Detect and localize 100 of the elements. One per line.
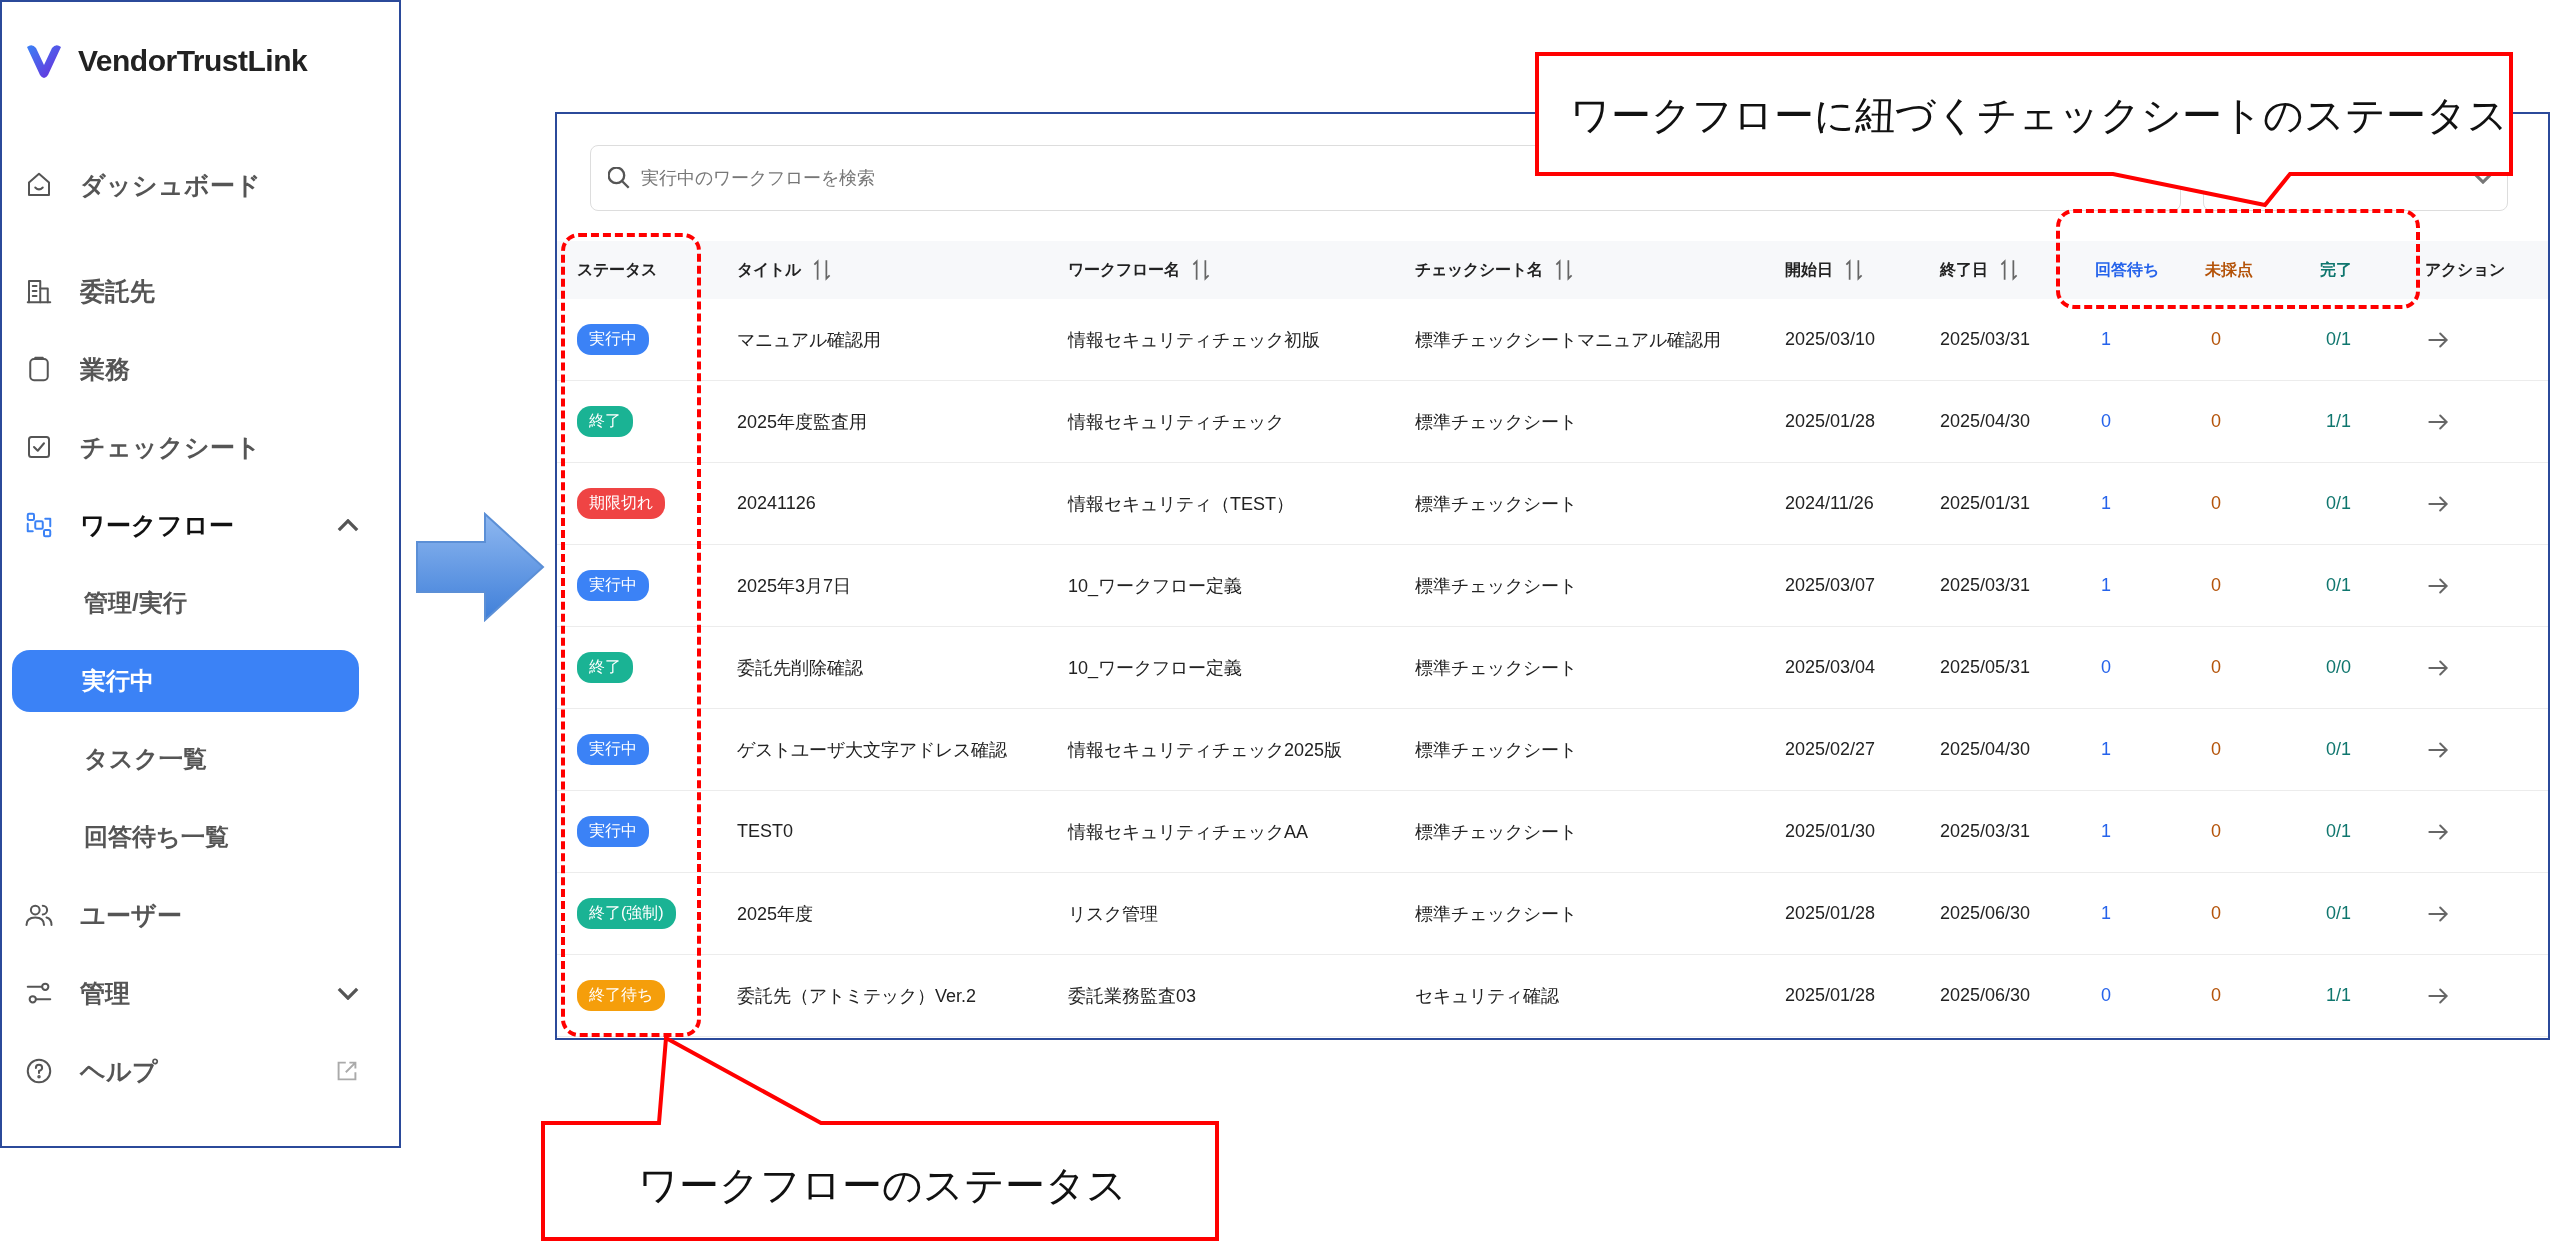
table-cell: 2024/11/26 bbox=[1785, 493, 1874, 514]
table-cell-text: 標準チェックシート bbox=[1415, 902, 1577, 926]
count-cell-text: 0/1 bbox=[2325, 329, 2352, 350]
count-cell-text: 1 bbox=[2100, 493, 2111, 514]
table-cell: 2025/03/31 bbox=[1940, 821, 2031, 842]
sort-icon[interactable] bbox=[1843, 258, 1865, 282]
table-cell: 2025/03/10 bbox=[1785, 329, 1876, 350]
table-cell: 2025/01/31 bbox=[1940, 493, 2031, 514]
nav-subitem[interactable]: 回答待ち一覧 bbox=[12, 798, 359, 876]
table-cell: 2025/03/07 bbox=[1785, 575, 1876, 596]
chevron-icon bbox=[337, 986, 359, 1000]
column-header: ステータス bbox=[577, 259, 657, 280]
workflow-icon bbox=[24, 510, 54, 540]
table-cell: 2025/05/31 bbox=[1940, 657, 2031, 678]
count-cell-text: 0 bbox=[2100, 985, 2111, 1006]
table-cell: 2025/02/27 bbox=[1785, 739, 1876, 760]
table-cell-text: 情報セキュリティチェック bbox=[1068, 410, 1284, 434]
nav-item[interactable]: ワークフロー bbox=[2, 486, 399, 564]
table-cell: 2025/06/30 bbox=[1940, 903, 2031, 924]
status-badge: 実行中 bbox=[577, 324, 649, 355]
table-cell: 2025/01/28 bbox=[1785, 411, 1876, 432]
status-badge: 実行中 bbox=[577, 816, 649, 847]
nav-subitem[interactable]: 実行中 bbox=[12, 650, 359, 712]
help-icon bbox=[24, 1056, 54, 1086]
count-cell-text: 0/1 bbox=[2325, 739, 2352, 760]
table-cell-text: ゲストユーザ大文字アドレス確認 bbox=[737, 738, 1007, 762]
table-cell-text: 標準チェックシート bbox=[1415, 410, 1577, 434]
table-cell-text: 標準チェックシート bbox=[1415, 492, 1577, 516]
table-cell-text: リスク管理 bbox=[1068, 902, 1158, 926]
nav-item[interactable]: ユーザー bbox=[2, 876, 399, 954]
nav-subitem[interactable]: タスク一覧 bbox=[12, 720, 359, 798]
sort-icon[interactable] bbox=[1553, 258, 1575, 282]
count-cell-text: 0/1 bbox=[2325, 821, 2352, 842]
nav-item[interactable]: ダッシュボード bbox=[2, 146, 399, 224]
table-cell: 2025/01/28 bbox=[1785, 985, 1876, 1006]
nav-item[interactable]: 管理 bbox=[2, 954, 399, 1032]
status-badge: 実行中 bbox=[577, 734, 649, 765]
status-badge: 終了待ち bbox=[577, 980, 665, 1011]
table-cell-text: 2025年度監査用 bbox=[737, 410, 868, 434]
count-cell-text: 0 bbox=[2210, 903, 2221, 924]
count-cell-text: 1 bbox=[2100, 821, 2111, 842]
table-cell: 2025/03/31 bbox=[1940, 575, 2031, 596]
count-cell-text: 0 bbox=[2210, 657, 2221, 678]
table-cell: 2025/03/04 bbox=[1785, 657, 1876, 678]
table-cell: 2025/01/30 bbox=[1785, 821, 1876, 842]
external-link-icon bbox=[335, 1059, 359, 1083]
count-cell-text: 1/1 bbox=[2325, 411, 2352, 432]
search-icon bbox=[608, 167, 630, 189]
column-header: タイトル bbox=[737, 259, 801, 280]
callout-text: ワークフローのステータス bbox=[638, 1162, 1127, 1209]
logo-icon bbox=[24, 43, 64, 79]
count-cell-text: 0 bbox=[2210, 575, 2221, 596]
table-cell-text: セキュリティ確認 bbox=[1415, 984, 1559, 1008]
count-cell-text: 0 bbox=[2210, 329, 2221, 350]
count-cell-text: 0/0 bbox=[2325, 657, 2352, 678]
table-cell-text: 情報セキュリティチェック2025版 bbox=[1068, 738, 1343, 762]
column-header: 回答待ち bbox=[2095, 259, 2159, 280]
callout-text: ワークフローに紐づくチェックシートのステータス bbox=[1570, 92, 2508, 139]
count-cell-text: 1/1 bbox=[2325, 985, 2352, 1006]
table-cell-text: 委託先削除確認 bbox=[737, 656, 863, 680]
nav-subitem[interactable]: 管理/実行 bbox=[12, 564, 359, 642]
table-cell-text: 2025年3月7日 bbox=[737, 574, 852, 598]
table-cell: 20241126 bbox=[737, 493, 816, 514]
count-cell-text: 0 bbox=[2210, 493, 2221, 514]
column-header: チェックシート名 bbox=[1415, 259, 1543, 280]
status-badge: 終了 bbox=[577, 652, 633, 683]
table-cell-text: 標準チェックシートマニュアル確認用 bbox=[1415, 328, 1721, 352]
table-cell-text: 10_ワークフロー定義 bbox=[1068, 656, 1243, 680]
table-cell-text: 委託先（アトミテック）Ver.2 bbox=[737, 984, 977, 1008]
nav-item[interactable]: チェックシート bbox=[2, 408, 399, 486]
table-cell: TEST0 bbox=[737, 821, 793, 842]
nav-item[interactable]: 委託先 bbox=[2, 252, 399, 330]
table-cell-text: 情報セキュリティチェック初版 bbox=[1068, 328, 1320, 352]
column-header: アクション bbox=[2425, 259, 2505, 280]
column-header: 未採点 bbox=[2205, 259, 2253, 280]
table-cell-text: 情報セキュリティ（TEST） bbox=[1068, 492, 1294, 516]
column-header: 終了日 bbox=[1940, 259, 1988, 280]
table-cell-text: マニュアル確認用 bbox=[737, 328, 881, 352]
count-cell-text: 1 bbox=[2100, 739, 2111, 760]
sort-icon[interactable] bbox=[1190, 258, 1212, 282]
count-cell-text: 0 bbox=[2210, 985, 2221, 1006]
status-badge: 実行中 bbox=[577, 570, 649, 601]
sort-icon[interactable] bbox=[1998, 258, 2020, 282]
sort-icon[interactable] bbox=[811, 258, 833, 282]
count-cell-text: 1 bbox=[2100, 329, 2111, 350]
nav-item[interactable]: 業務 bbox=[2, 330, 399, 408]
count-cell-text: 0 bbox=[2210, 739, 2221, 760]
status-badge: 終了(強制) bbox=[577, 898, 676, 929]
table-cell-text: 10_ワークフロー定義 bbox=[1068, 574, 1243, 598]
table-cell: 2025/03/31 bbox=[1940, 329, 2031, 350]
count-cell-text: 0 bbox=[2100, 657, 2111, 678]
count-cell-text: 0/1 bbox=[2325, 903, 2352, 924]
table-cell-text: 標準チェックシート bbox=[1415, 820, 1577, 844]
count-cell-text: 0/1 bbox=[2325, 493, 2352, 514]
status-badge: 期限切れ bbox=[577, 488, 665, 519]
column-header: 完了 bbox=[2320, 259, 2352, 280]
table-cell: 2025/01/28 bbox=[1785, 903, 1876, 924]
count-cell-text: 0 bbox=[2100, 411, 2111, 432]
nav-item[interactable]: ヘルプ bbox=[2, 1032, 399, 1110]
count-cell-text: 0/1 bbox=[2325, 575, 2352, 596]
